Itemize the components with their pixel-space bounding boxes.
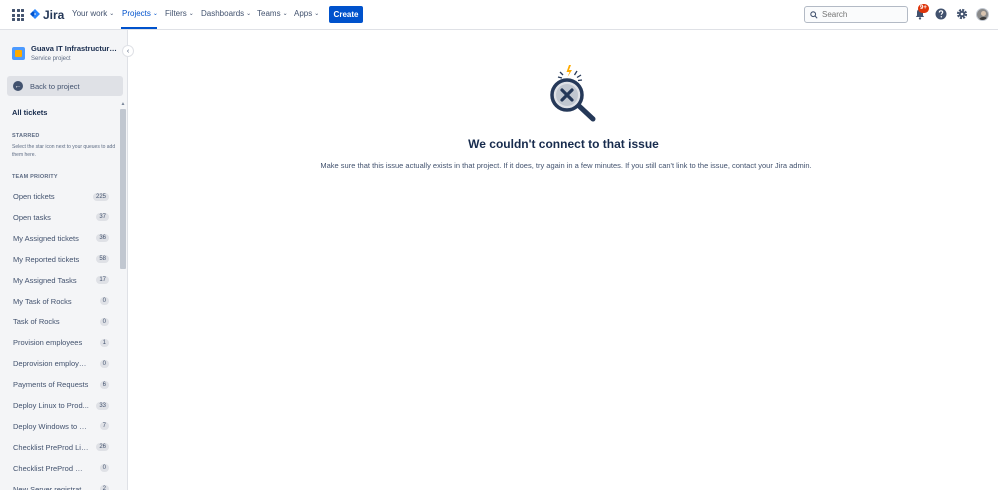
back-arrow-icon: ← (13, 81, 23, 91)
sidebar-queue-item[interactable]: Checklist PreProd Lin... 26 (13, 443, 109, 452)
nav-apps[interactable]: Apps ⌄ (294, 9, 319, 18)
help-icon[interactable] (935, 8, 947, 20)
jira-logo-icon (30, 9, 40, 19)
queue-count-badge: 0 (99, 359, 109, 368)
main-content: We couldn't connect to that issue Make s… (129, 30, 998, 490)
nav-teams[interactable]: Teams ⌄ (257, 9, 288, 18)
sidebar-item-all-tickets[interactable]: All tickets (12, 108, 47, 117)
queue-count-badge: 33 (96, 401, 109, 410)
sidebar-queue-item[interactable]: Open tasks 37 (13, 213, 109, 222)
sidebar-queue-item[interactable]: Deploy Linux to Prod... 33 (13, 401, 109, 410)
scroll-thumb[interactable] (120, 109, 126, 269)
queue-count-badge: 7 (99, 422, 109, 431)
queue-label: New Server registration (13, 484, 89, 490)
sidebar-queue-item[interactable]: Checklist PreProd Win... 0 (13, 464, 109, 473)
nav-filters-label: Filters (165, 9, 187, 18)
sidebar-queue-item[interactable]: Task of Rocks 0 (13, 317, 109, 326)
queue-label: My Task of Rocks (13, 296, 72, 306)
back-to-project-label: Back to project (30, 81, 80, 91)
sidebar-queue-item[interactable]: My Task of Rocks 0 (13, 297, 109, 306)
queue-label: Deploy Windows to Pr... (13, 421, 89, 431)
project-header[interactable]: Guava IT Infrastructure a... Service pro… (12, 44, 121, 62)
chevron-down-icon: ⌄ (246, 11, 252, 17)
sidebar-queue-item[interactable]: My Assigned tickets 36 (13, 234, 109, 243)
error-message: Make sure that this issue actually exist… (320, 161, 812, 170)
top-navigation: Jira Your work ⌄ Projects ⌄ Filters ⌄ Da… (0, 0, 998, 30)
queue-label: Deprovision employees (13, 359, 89, 369)
chevron-down-icon: ⌄ (314, 11, 320, 17)
queue-label: Checklist PreProd Win... (13, 463, 89, 473)
queue-label: My Reported tickets (13, 254, 80, 264)
sidebar-queue-item[interactable]: Deploy Windows to Pr... 7 (13, 422, 109, 431)
queue-label: Open tasks (13, 212, 51, 222)
queue-count-badge: 1 (99, 338, 109, 347)
chevron-down-icon: ⌄ (282, 11, 288, 17)
chevron-down-icon: ⌄ (109, 11, 115, 17)
scroll-up-icon[interactable]: ▲ (119, 100, 127, 108)
queue-label: My Assigned Tasks (13, 275, 77, 285)
project-name: Guava IT Infrastructure a... (31, 44, 121, 53)
queue-label: Provision employees (13, 338, 83, 348)
search-input[interactable] (822, 10, 902, 19)
search-icon (810, 10, 818, 19)
team-priority-heading: TEAM PRIORITY (12, 174, 58, 180)
sidebar: Guava IT Infrastructure a... Service pro… (0, 30, 128, 490)
nav-apps-label: Apps (294, 9, 313, 18)
logo-text: Jira (43, 8, 65, 22)
starred-note: Select the star icon next to your queues… (12, 144, 116, 158)
sidebar-queue-item[interactable]: Provision employees 1 (13, 338, 109, 347)
queue-count-badge: 37 (96, 213, 109, 222)
queue-count-badge: 58 (96, 255, 109, 264)
queue-count-badge: 36 (96, 234, 109, 243)
active-nav-indicator (121, 27, 157, 29)
queue-count-badge: 26 (96, 443, 109, 452)
sidebar-queue-item[interactable]: Open tickets 225 (13, 192, 109, 201)
error-title: We couldn't connect to that issue (468, 137, 659, 151)
queue-count-badge: 2 (99, 485, 109, 490)
nav-projects[interactable]: Projects ⌄ (122, 9, 158, 18)
sidebar-queue-item[interactable]: Deprovision employees 0 (13, 359, 109, 368)
queue-count-badge: 0 (99, 464, 109, 473)
app-switcher-icon[interactable] (12, 9, 24, 21)
project-avatar-icon (12, 47, 25, 60)
avatar[interactable] (976, 8, 989, 21)
sidebar-scrollbar[interactable]: ▲ (119, 100, 127, 490)
queue-count-badge: 6 (99, 380, 109, 389)
magnifier-x-illustration (550, 65, 596, 122)
queue-label: My Assigned tickets (13, 233, 79, 243)
sidebar-queue-item[interactable]: New Server registration 2 (13, 485, 109, 490)
sidebar-queue-item[interactable]: My Assigned Tasks 17 (13, 276, 109, 285)
nav-dashboards-label: Dashboards (201, 9, 245, 18)
nav-dashboards[interactable]: Dashboards ⌄ (201, 9, 251, 18)
nav-your-work-label: Your work (72, 9, 108, 18)
nav-projects-label: Projects (122, 9, 151, 18)
queue-label: Deploy Linux to Prod... (13, 401, 89, 410)
queue-label: Open tickets (13, 192, 55, 201)
queue-count-badge: 225 (92, 192, 109, 201)
chevron-down-icon: ⌄ (152, 11, 158, 17)
queue-count-badge: 17 (96, 276, 109, 285)
queue-label: Payments of Requests (13, 380, 89, 390)
back-to-project-button[interactable]: ← Back to project (7, 76, 123, 96)
sidebar-queue-item[interactable]: My Reported tickets 58 (13, 255, 109, 264)
queue-label: Task of Rocks (13, 317, 60, 327)
queue-count-badge: 0 (99, 317, 109, 326)
notifications-badge: 9+ (918, 4, 929, 13)
queue-label: Checklist PreProd Lin... (13, 442, 89, 452)
queue-count-badge: 0 (99, 297, 109, 305)
nav-filters[interactable]: Filters ⌄ (165, 9, 194, 18)
nav-your-work[interactable]: Your work ⌄ (72, 9, 114, 18)
collapse-chevron-icon[interactable]: ‹ (122, 45, 134, 57)
nav-teams-label: Teams (257, 9, 281, 18)
jira-logo[interactable]: Jira (30, 8, 64, 22)
create-button[interactable]: Create (329, 6, 363, 23)
settings-icon[interactable] (956, 8, 968, 20)
sidebar-queue-item[interactable]: Payments of Requests 6 (13, 380, 109, 389)
chevron-down-icon: ⌄ (188, 11, 194, 17)
starred-heading: STARRED (12, 133, 40, 139)
project-type: Service project (31, 56, 71, 62)
search-box[interactable] (804, 6, 908, 23)
